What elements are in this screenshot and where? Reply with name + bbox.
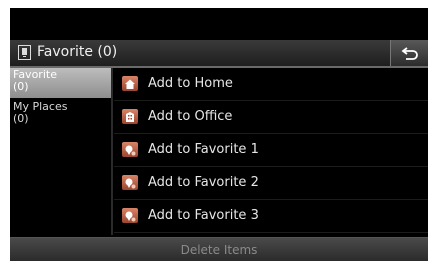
sidebar-item-count: (0) bbox=[13, 80, 29, 93]
list-item-add-to-favorite-1[interactable]: Add to Favorite 1 bbox=[114, 134, 428, 167]
top-strip bbox=[10, 8, 428, 40]
favorite-pin-icon bbox=[122, 142, 138, 157]
list-item-add-to-home[interactable]: Add to Home bbox=[114, 68, 428, 101]
office-icon bbox=[122, 109, 138, 124]
back-button[interactable] bbox=[390, 40, 428, 66]
favorite-pin-icon bbox=[122, 175, 138, 190]
list-item-label: Add to Favorite 2 bbox=[148, 175, 259, 190]
header-bar: Favorite (0) bbox=[10, 40, 428, 68]
favorite-list: Add to Home Add to Office Add to Favorit… bbox=[114, 68, 428, 235]
nav-screen: Favorite (0) Favorite (0) My Places (0) … bbox=[10, 8, 428, 261]
list-item-add-to-favorite-3[interactable]: Add to Favorite 3 bbox=[114, 200, 428, 233]
delete-items-button[interactable]: Delete Items bbox=[10, 237, 428, 261]
phone-bookmark-icon bbox=[18, 45, 31, 60]
list-item-label: Add to Office bbox=[148, 109, 233, 124]
delete-items-label: Delete Items bbox=[180, 242, 258, 257]
list-item-label: Add to Favorite 1 bbox=[148, 142, 259, 157]
home-icon bbox=[122, 76, 138, 91]
page-title: Favorite (0) bbox=[37, 44, 118, 60]
list-item-label: Add to Favorite 3 bbox=[148, 208, 259, 223]
sidebar-item-my-places[interactable]: My Places (0) bbox=[10, 100, 111, 130]
sidebar-divider bbox=[111, 68, 113, 235]
sidebar-item-count: (0) bbox=[13, 112, 29, 125]
back-arrow-icon bbox=[401, 47, 418, 60]
category-sidebar: Favorite (0) My Places (0) bbox=[10, 68, 111, 235]
list-item-add-to-favorite-2[interactable]: Add to Favorite 2 bbox=[114, 167, 428, 200]
sidebar-item-favorite[interactable]: Favorite (0) bbox=[10, 68, 111, 98]
list-item-label: Add to Home bbox=[148, 76, 233, 91]
list-item-add-to-office[interactable]: Add to Office bbox=[114, 101, 428, 134]
favorite-pin-icon bbox=[122, 208, 138, 223]
